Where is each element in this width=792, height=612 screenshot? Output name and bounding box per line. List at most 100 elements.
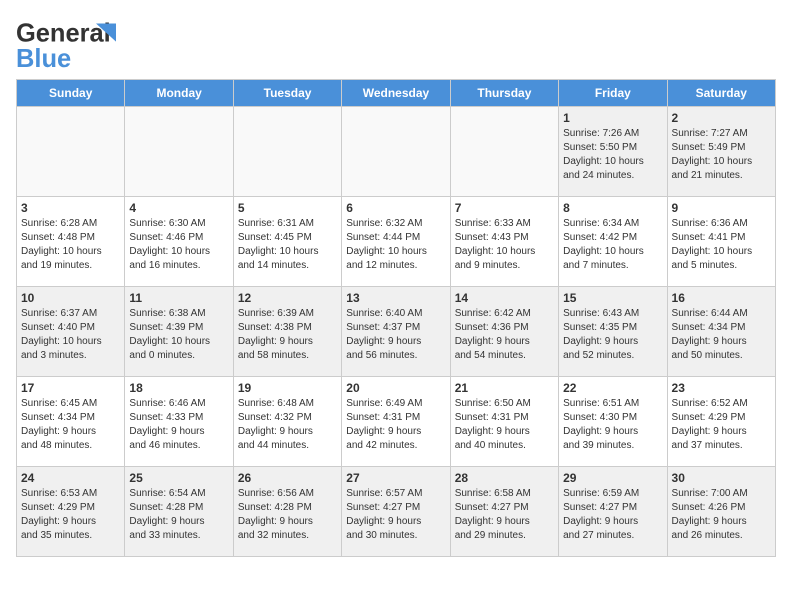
calendar-cell: 9 Sunrise: 6:36 AM Sunset: 4:41 PM Daylig… (667, 197, 775, 287)
calendar-cell: 1 Sunrise: 7:26 AM Sunset: 5:50 PM Daylig… (559, 107, 667, 197)
calendar-cell (450, 107, 558, 197)
day-number: 2 (672, 111, 771, 125)
day-info: Sunrise: 6:37 AM Sunset: 4:40 PM Dayligh… (21, 307, 120, 363)
calendar-cell: 18 Sunrise: 6:46 AM Sunset: 4:33 PM Dayli… (125, 377, 233, 467)
calendar-cell: 20 Sunrise: 6:49 AM Sunset: 4:31 PM Dayli… (342, 377, 450, 467)
weekday-header-friday: Friday (559, 80, 667, 107)
calendar-cell: 19 Sunrise: 6:48 AM Sunset: 4:32 PM Dayli… (233, 377, 341, 467)
day-number: 23 (672, 381, 771, 395)
page-header: General Blue (16, 16, 776, 71)
calendar-cell: 4 Sunrise: 6:30 AM Sunset: 4:46 PM Daylig… (125, 197, 233, 287)
day-number: 24 (21, 471, 120, 485)
calendar-cell: 8 Sunrise: 6:34 AM Sunset: 4:42 PM Daylig… (559, 197, 667, 287)
day-number: 21 (455, 381, 554, 395)
calendar-table: SundayMondayTuesdayWednesdayThursdayFrid… (16, 79, 776, 557)
day-info: Sunrise: 6:49 AM Sunset: 4:31 PM Dayligh… (346, 397, 445, 453)
day-info: Sunrise: 6:36 AM Sunset: 4:41 PM Dayligh… (672, 217, 771, 273)
day-number: 7 (455, 201, 554, 215)
day-number: 15 (563, 291, 662, 305)
day-info: Sunrise: 7:00 AM Sunset: 4:26 PM Dayligh… (672, 487, 771, 543)
calendar-cell: 13 Sunrise: 6:40 AM Sunset: 4:37 PM Dayli… (342, 287, 450, 377)
day-info: Sunrise: 6:46 AM Sunset: 4:33 PM Dayligh… (129, 397, 228, 453)
day-info: Sunrise: 6:42 AM Sunset: 4:36 PM Dayligh… (455, 307, 554, 363)
day-info: Sunrise: 6:53 AM Sunset: 4:29 PM Dayligh… (21, 487, 120, 543)
day-number: 14 (455, 291, 554, 305)
calendar-cell (125, 107, 233, 197)
day-info: Sunrise: 6:50 AM Sunset: 4:31 PM Dayligh… (455, 397, 554, 453)
logo-svg: General Blue (16, 16, 116, 71)
day-number: 1 (563, 111, 662, 125)
calendar-cell: 26Sunrise: 6:56 AM Sunset: 4:28 PM Dayli… (233, 467, 341, 557)
day-number: 3 (21, 201, 120, 215)
calendar-cell: 21 Sunrise: 6:50 AM Sunset: 4:31 PM Dayli… (450, 377, 558, 467)
day-number: 13 (346, 291, 445, 305)
day-info: Sunrise: 6:51 AM Sunset: 4:30 PM Dayligh… (563, 397, 662, 453)
calendar-cell: 5Sunrise: 6:31 AM Sunset: 4:45 PM Daylig… (233, 197, 341, 287)
calendar-cell: 30 Sunrise: 7:00 AM Sunset: 4:26 PM Dayli… (667, 467, 775, 557)
day-info: Sunrise: 6:32 AM Sunset: 4:44 PM Dayligh… (346, 217, 445, 273)
calendar-cell: 2Sunrise: 7:27 AM Sunset: 5:49 PM Daylig… (667, 107, 775, 197)
day-number: 6 (346, 201, 445, 215)
day-number: 29 (563, 471, 662, 485)
day-number: 20 (346, 381, 445, 395)
day-info: Sunrise: 6:48 AM Sunset: 4:32 PM Dayligh… (238, 397, 337, 453)
day-info: Sunrise: 6:28 AM Sunset: 4:48 PM Dayligh… (21, 217, 120, 273)
day-info: Sunrise: 6:59 AM Sunset: 4:27 PM Dayligh… (563, 487, 662, 543)
day-number: 16 (672, 291, 771, 305)
day-number: 5 (238, 201, 337, 215)
day-info: Sunrise: 6:30 AM Sunset: 4:46 PM Dayligh… (129, 217, 228, 273)
calendar-cell: 29 Sunrise: 6:59 AM Sunset: 4:27 PM Dayli… (559, 467, 667, 557)
day-number: 25 (129, 471, 228, 485)
weekday-header-sunday: Sunday (17, 80, 125, 107)
day-number: 8 (563, 201, 662, 215)
calendar-cell: 23 Sunrise: 6:52 AM Sunset: 4:29 PM Dayli… (667, 377, 775, 467)
calendar-cell: 22 Sunrise: 6:51 AM Sunset: 4:30 PM Dayli… (559, 377, 667, 467)
day-number: 19 (238, 381, 337, 395)
calendar-cell: 17 Sunrise: 6:45 AM Sunset: 4:34 PM Dayli… (17, 377, 125, 467)
day-info: Sunrise: 6:52 AM Sunset: 4:29 PM Dayligh… (672, 397, 771, 453)
weekday-header-thursday: Thursday (450, 80, 558, 107)
day-number: 26 (238, 471, 337, 485)
day-number: 30 (672, 471, 771, 485)
weekday-header-monday: Monday (125, 80, 233, 107)
svg-text:Blue: Blue (16, 45, 71, 71)
calendar-cell: 3 Sunrise: 6:28 AM Sunset: 4:48 PM Daylig… (17, 197, 125, 287)
weekday-header-saturday: Saturday (667, 80, 775, 107)
weekday-header-tuesday: Tuesday (233, 80, 341, 107)
day-number: 4 (129, 201, 228, 215)
day-number: 27 (346, 471, 445, 485)
calendar-cell: 16 Sunrise: 6:44 AM Sunset: 4:34 PM Dayli… (667, 287, 775, 377)
day-number: 11 (129, 291, 228, 305)
calendar-cell: 27 Sunrise: 6:57 AM Sunset: 4:27 PM Dayli… (342, 467, 450, 557)
calendar-cell: 11Sunrise: 6:38 AM Sunset: 4:39 PM Dayli… (125, 287, 233, 377)
day-number: 9 (672, 201, 771, 215)
calendar-cell: 28Sunrise: 6:58 AM Sunset: 4:27 PM Dayli… (450, 467, 558, 557)
day-info: Sunrise: 6:33 AM Sunset: 4:43 PM Dayligh… (455, 217, 554, 273)
day-info: Sunrise: 6:57 AM Sunset: 4:27 PM Dayligh… (346, 487, 445, 543)
day-number: 18 (129, 381, 228, 395)
logo: General Blue (16, 16, 116, 71)
calendar-cell: 10Sunrise: 6:37 AM Sunset: 4:40 PM Dayli… (17, 287, 125, 377)
day-info: Sunrise: 6:39 AM Sunset: 4:38 PM Dayligh… (238, 307, 337, 363)
calendar-cell: 15 Sunrise: 6:43 AM Sunset: 4:35 PM Dayli… (559, 287, 667, 377)
calendar-cell (342, 107, 450, 197)
day-info: Sunrise: 6:45 AM Sunset: 4:34 PM Dayligh… (21, 397, 120, 453)
calendar-cell (17, 107, 125, 197)
weekday-header-wednesday: Wednesday (342, 80, 450, 107)
day-number: 17 (21, 381, 120, 395)
day-info: Sunrise: 6:44 AM Sunset: 4:34 PM Dayligh… (672, 307, 771, 363)
day-number: 22 (563, 381, 662, 395)
calendar-cell: 14 Sunrise: 6:42 AM Sunset: 4:36 PM Dayli… (450, 287, 558, 377)
calendar-cell: 25 Sunrise: 6:54 AM Sunset: 4:28 PM Dayli… (125, 467, 233, 557)
calendar-cell: 6 Sunrise: 6:32 AM Sunset: 4:44 PM Daylig… (342, 197, 450, 287)
day-number: 12 (238, 291, 337, 305)
day-info: Sunrise: 7:26 AM Sunset: 5:50 PM Dayligh… (563, 127, 662, 183)
calendar-cell: 12 Sunrise: 6:39 AM Sunset: 4:38 PM Dayli… (233, 287, 341, 377)
day-info: Sunrise: 6:54 AM Sunset: 4:28 PM Dayligh… (129, 487, 228, 543)
day-info: Sunrise: 6:34 AM Sunset: 4:42 PM Dayligh… (563, 217, 662, 273)
day-number: 28 (455, 471, 554, 485)
day-info: Sunrise: 6:40 AM Sunset: 4:37 PM Dayligh… (346, 307, 445, 363)
calendar-cell: 24 Sunrise: 6:53 AM Sunset: 4:29 PM Dayli… (17, 467, 125, 557)
calendar-cell: 7 Sunrise: 6:33 AM Sunset: 4:43 PM Daylig… (450, 197, 558, 287)
day-info: Sunrise: 6:43 AM Sunset: 4:35 PM Dayligh… (563, 307, 662, 363)
